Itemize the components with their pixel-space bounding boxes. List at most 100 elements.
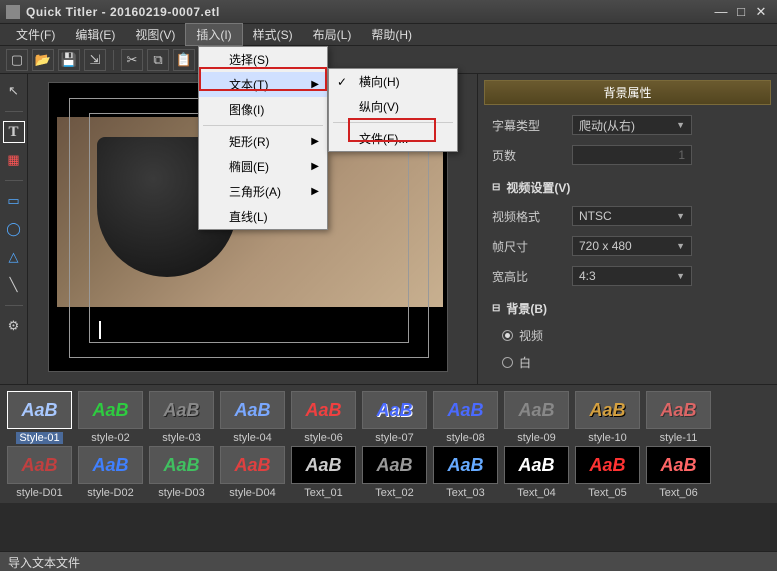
dd-image-label: 图像(I) xyxy=(229,101,264,118)
style-cell[interactable]: AaBstyle-D03 xyxy=(148,446,215,499)
settings-icon[interactable]: ⚙ xyxy=(3,315,25,337)
style-cell[interactable]: AaBstyle-D02 xyxy=(77,446,144,499)
style-thumb[interactable]: AaB xyxy=(362,391,427,429)
style-cell[interactable]: AaB Text_05 xyxy=(574,446,641,499)
open-icon[interactable]: 📂 xyxy=(32,49,54,71)
style-label: style-06 xyxy=(304,432,343,444)
separator xyxy=(5,180,23,181)
radio-white-row[interactable]: 白 xyxy=(502,354,763,371)
dd-triangle[interactable]: 三角形(A)▶ xyxy=(199,179,327,204)
close-button[interactable]: ✕ xyxy=(751,4,771,20)
fsize-select[interactable]: 720 x 480▼ xyxy=(572,236,692,256)
line-tool-icon[interactable]: ╲ xyxy=(3,274,25,296)
dd-horiz[interactable]: ✓横向(H) xyxy=(329,69,457,94)
pages-label: 页数 xyxy=(492,147,572,164)
menu-edit[interactable]: 编辑(E) xyxy=(65,24,125,45)
style-thumb[interactable]: AaB xyxy=(646,446,711,484)
triangle-tool-icon[interactable]: △ xyxy=(3,246,25,268)
panel-body: 字幕类型 爬动(从右)▼ 页数 1 ⊟视频设置(V) 视频格式 NTSC▼ 帧尺… xyxy=(478,105,777,381)
style-thumb[interactable]: AaB xyxy=(7,446,72,484)
fsize-label: 帧尺寸 xyxy=(492,238,572,255)
style-cell[interactable]: AaB style-06 xyxy=(290,391,357,444)
style-thumb[interactable]: AaB xyxy=(291,446,356,484)
menu-insert[interactable]: 插入(I) xyxy=(185,23,242,46)
style-cell[interactable]: AaBStyle-01 xyxy=(6,391,73,444)
style-cell[interactable]: AaB style-09 xyxy=(503,391,570,444)
style-thumb[interactable]: AaB xyxy=(149,391,214,429)
style-thumb[interactable]: AaB xyxy=(433,446,498,484)
style-cell[interactable]: AaBstyle-02 xyxy=(77,391,144,444)
chevron-down-icon: ▼ xyxy=(676,241,685,251)
dd-vert[interactable]: 纵向(V) xyxy=(329,94,457,119)
style-thumb[interactable]: AaB xyxy=(149,446,214,484)
subtitle-type-select[interactable]: 爬动(从右)▼ xyxy=(572,115,692,135)
save-icon[interactable]: 💾 xyxy=(58,49,80,71)
submenu-arrow-icon: ▶ xyxy=(311,136,319,147)
style-cell[interactable]: AaBstyle-07 xyxy=(361,391,428,444)
style-cell[interactable]: AaBstyle-10 xyxy=(574,391,641,444)
style-thumb[interactable]: AaB xyxy=(646,391,711,429)
aspect-select[interactable]: 4:3▼ xyxy=(572,266,692,286)
style-cell[interactable]: AaBstyle-04 xyxy=(219,391,286,444)
style-cell[interactable]: AaBText_04 xyxy=(503,446,570,499)
dd-select[interactable]: 选择(S) xyxy=(199,47,327,72)
style-thumb[interactable]: AaB xyxy=(78,446,143,484)
section-video-settings[interactable]: ⊟视频设置(V) xyxy=(492,179,763,196)
maximize-button[interactable]: □ xyxy=(731,4,751,19)
style-cell[interactable]: AaBstyle-D01 xyxy=(6,446,73,499)
style-label: style-09 xyxy=(517,432,556,444)
pointer-icon[interactable]: ↖ xyxy=(3,80,25,102)
text-tool-icon[interactable]: T xyxy=(3,121,25,143)
style-cell[interactable]: AaBText_03 xyxy=(432,446,499,499)
style-thumb[interactable]: AaB xyxy=(291,391,356,429)
menu-layout[interactable]: 布局(L) xyxy=(303,24,362,45)
style-cell[interactable]: AaBstyle-11 xyxy=(645,391,712,444)
dd-line-label: 直线(L) xyxy=(229,208,268,225)
import-icon[interactable]: ⇲ xyxy=(84,49,106,71)
section-background[interactable]: ⊟背景(B) xyxy=(492,300,763,317)
vformat-select[interactable]: NTSC▼ xyxy=(572,206,692,226)
style-thumb[interactable]: AaB xyxy=(78,391,143,429)
style-thumb[interactable]: AaB xyxy=(220,446,285,484)
menu-view[interactable]: 视图(V) xyxy=(125,24,185,45)
menu-file[interactable]: 文件(F) xyxy=(6,24,65,45)
text-caret xyxy=(99,321,101,339)
style-thumb[interactable]: AaB xyxy=(504,391,569,429)
app-icon xyxy=(6,5,20,19)
style-cell[interactable]: AaBstyle-D04 xyxy=(219,446,286,499)
dd-file[interactable]: 文件(F)... xyxy=(329,126,457,151)
style-cell[interactable]: AaBstyle-08 xyxy=(432,391,499,444)
menu-help[interactable]: 帮助(H) xyxy=(361,24,422,45)
minimize-button[interactable]: — xyxy=(711,4,731,19)
dd-rect[interactable]: 矩形(R)▶ xyxy=(199,129,327,154)
dd-triangle-label: 三角形(A) xyxy=(229,183,281,200)
dd-image[interactable]: 图像(I) xyxy=(199,97,327,122)
dd-text[interactable]: 文本(T)▶ xyxy=(199,72,327,97)
menu-style[interactable]: 样式(S) xyxy=(243,24,303,45)
dd-line[interactable]: 直线(L) xyxy=(199,204,327,229)
dd-ellipse[interactable]: 椭圆(E)▶ xyxy=(199,154,327,179)
style-thumb[interactable]: AaB xyxy=(433,391,498,429)
style-thumb[interactable]: AaB xyxy=(362,446,427,484)
copy-icon[interactable]: ⧉ xyxy=(147,49,169,71)
style-thumb[interactable]: AaB xyxy=(504,446,569,484)
style-thumb[interactable]: AaB xyxy=(220,391,285,429)
toolbar-separator xyxy=(113,50,114,70)
paste-icon[interactable]: 📋 xyxy=(173,49,195,71)
style-thumb[interactable]: AaB xyxy=(575,446,640,484)
new-icon[interactable]: ▢ xyxy=(6,49,28,71)
cut-icon[interactable]: ✂ xyxy=(121,49,143,71)
grid-icon[interactable]: ▦ xyxy=(3,149,25,171)
style-label: Text_05 xyxy=(588,487,627,499)
dd-select-label: 选择(S) xyxy=(229,51,269,68)
style-cell[interactable]: AaBstyle-03 xyxy=(148,391,215,444)
chevron-down-icon: ▼ xyxy=(676,120,685,130)
style-thumb[interactable]: AaB xyxy=(575,391,640,429)
style-thumb[interactable]: AaB xyxy=(7,391,72,429)
radio-video-row[interactable]: 视频 xyxy=(502,327,763,344)
rect-tool-icon[interactable]: ▭ xyxy=(3,190,25,212)
ellipse-tool-icon[interactable]: ◯ xyxy=(3,218,25,240)
style-cell[interactable]: AaBText_06 xyxy=(645,446,712,499)
style-cell[interactable]: AaBText_01 xyxy=(290,446,357,499)
style-cell[interactable]: AaBText_02 xyxy=(361,446,428,499)
